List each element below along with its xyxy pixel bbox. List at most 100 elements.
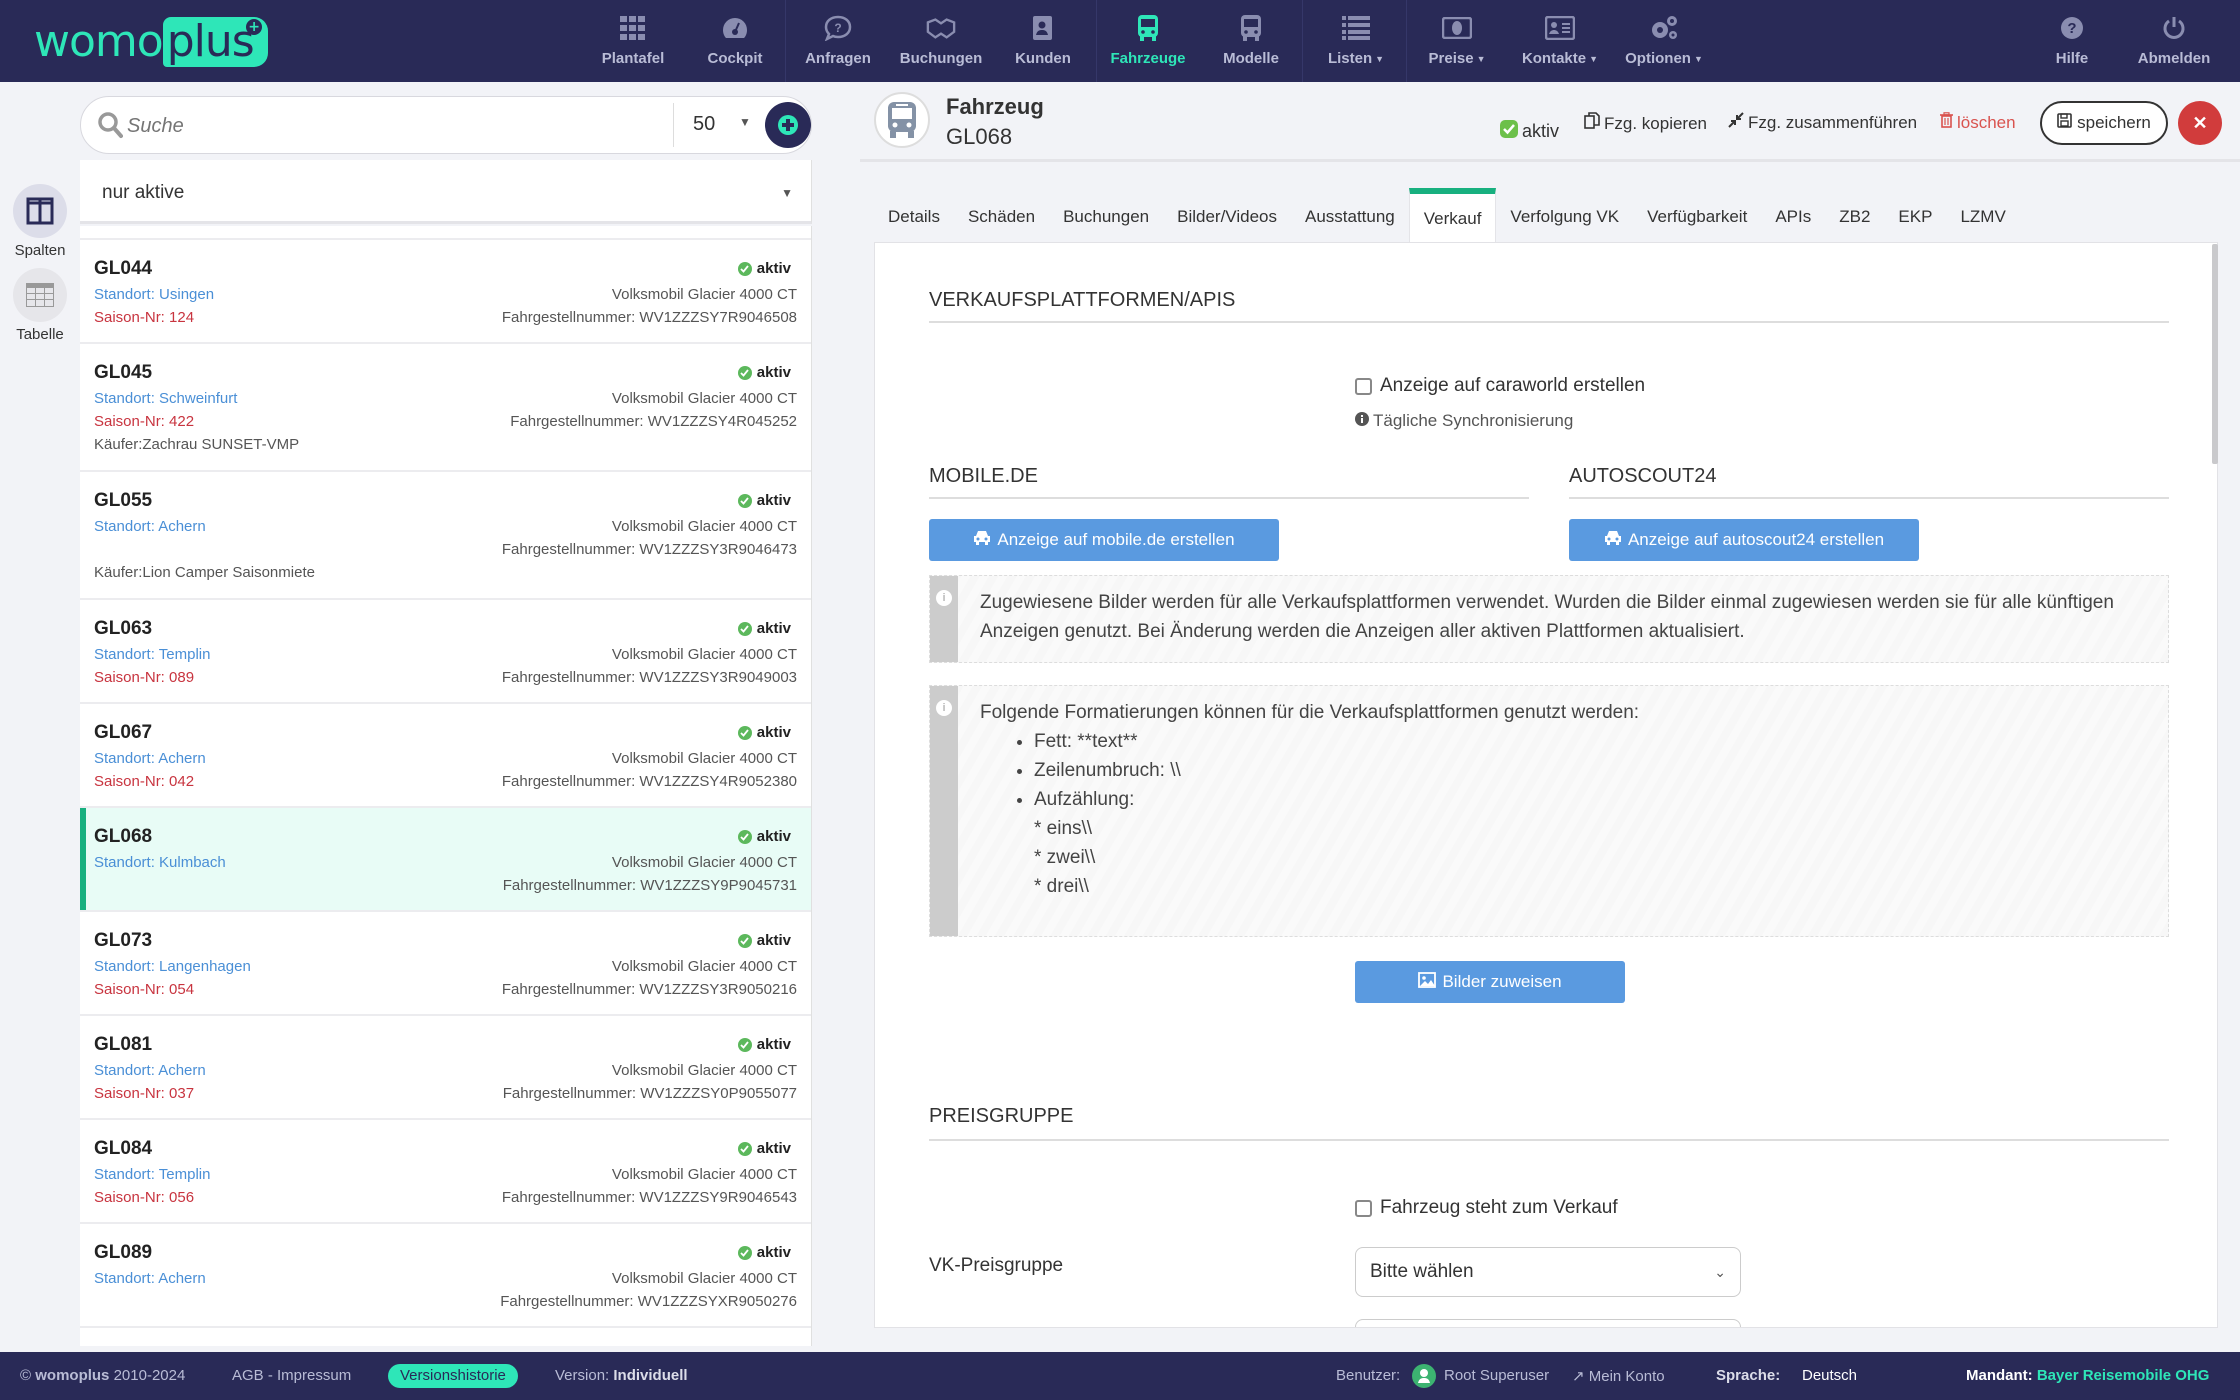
womoplus-logo[interactable]: womo plus + xyxy=(34,16,268,68)
caret-down-icon[interactable]: ▼ xyxy=(739,115,751,129)
nav-listen[interactable]: Listen ▼ xyxy=(1320,0,1392,82)
vehicle-model: Volksmobil Glacier 4000 CT xyxy=(611,286,797,303)
merge-vehicle-button[interactable]: Fzg. zusammenführen xyxy=(1728,112,1917,133)
panel-scrollbar[interactable] xyxy=(2212,244,2218,464)
check-circle-icon xyxy=(737,1245,752,1260)
tab-zb2[interactable]: ZB2 xyxy=(1825,188,1884,244)
nav-hilfe[interactable]: ? Hilfe xyxy=(2042,0,2102,82)
nav-label: Optionen ▼ xyxy=(1625,50,1703,67)
vehicle-code: GL084 xyxy=(94,1138,153,1159)
nav-abmelden[interactable]: Abmelden xyxy=(2132,0,2216,82)
create-autoscout-ad-button[interactable]: Anzeige auf autoscout24 erstellen xyxy=(1569,519,1919,561)
status-badge: aktiv xyxy=(737,932,791,949)
trash-icon xyxy=(1940,112,1953,133)
nav-preise[interactable]: Preise ▼ xyxy=(1424,0,1490,82)
svg-text:?: ? xyxy=(2067,20,2076,37)
create-mobile-ad-button[interactable]: Anzeige auf mobile.de erstellen xyxy=(929,519,1279,561)
tab-schäden[interactable]: Schäden xyxy=(954,188,1049,244)
vehicle-code: GL089 xyxy=(94,1242,153,1263)
copy-vehicle-button[interactable]: Fzg. kopieren xyxy=(1584,112,1707,135)
car-icon xyxy=(973,530,991,551)
nav-cockpit[interactable]: Cockpit xyxy=(700,0,770,82)
images-info-text: Zugewiesene Bilder werden für alle Verka… xyxy=(980,592,2114,642)
vehicle-season-number: Saison-Nr: 037 xyxy=(94,1085,195,1102)
view-table-button[interactable]: Tabelle xyxy=(12,268,68,343)
section-heading-price-group: PREISGRUPPE xyxy=(929,1105,1074,1127)
tab-verfolgung-vk[interactable]: Verfolgung VK xyxy=(1496,188,1633,244)
vehicle-list-item[interactable]: GL081 aktiv Standort: Achern Saison-Nr: … xyxy=(80,1016,811,1120)
vehicle-list-item[interactable]: GL044 aktiv Standort: Usingen Saison-Nr:… xyxy=(80,240,811,344)
tab-details[interactable]: Details xyxy=(874,188,954,244)
agb-impressum-link[interactable]: AGB - Impressum xyxy=(232,1367,351,1384)
tab-ekp[interactable]: EKP xyxy=(1884,188,1946,244)
vehicle-list-item[interactable]: GL084 aktiv Standort: Templin Saison-Nr:… xyxy=(80,1120,811,1224)
version-history-link[interactable]: Versionshistorie xyxy=(388,1364,518,1388)
vehicle-list-item[interactable]: GL055 aktiv Standort: Achern Käufer:Lion… xyxy=(80,472,811,600)
vehicle-vin: Fahrgestellnummer: WV1ZZZSY3R9050216 xyxy=(501,981,797,998)
vehicle-list-item[interactable]: GL045 aktiv Standort: Schweinfurt Saison… xyxy=(80,344,811,472)
check-circle-icon xyxy=(737,365,752,380)
vehicle-list-item[interactable]: GL089 aktiv Standort: Achern Volksmobil … xyxy=(80,1224,811,1328)
nav-label: Kontakte ▼ xyxy=(1521,50,1599,67)
check-circle-icon xyxy=(737,933,752,948)
vehicle-location: Standort: Usingen xyxy=(94,286,215,303)
info-box-bar: i xyxy=(930,576,958,662)
grid-icon xyxy=(618,14,648,42)
save-button[interactable]: speichern xyxy=(2040,101,2168,145)
caraworld-checkbox[interactable] xyxy=(1355,377,1372,395)
tab-bilder-videos[interactable]: Bilder/Videos xyxy=(1163,188,1291,244)
copyright: © womoplus 2010-2024 xyxy=(20,1367,186,1384)
search-input[interactable] xyxy=(127,111,727,141)
page-size-select[interactable]: 50 xyxy=(693,113,715,136)
nav-anfragen[interactable]: ? Anfragen xyxy=(798,0,878,82)
caret-down-icon: ▼ xyxy=(1476,54,1486,65)
nav-modelle[interactable]: Modelle xyxy=(1218,0,1284,82)
vehicle-buyer: Käufer:Zachrau SUNSET-VMP xyxy=(94,436,300,453)
vehicle-vin: Fahrgestellnummer: WV1ZZZSY9R9046543 xyxy=(501,1189,797,1206)
for-sale-checkbox[interactable] xyxy=(1355,1199,1372,1217)
vehicle-list-item[interactable]: GL063 aktiv Standort: Templin Saison-Nr:… xyxy=(80,600,811,704)
vk-price-group-select[interactable]: Bitte wählen ⌄ xyxy=(1355,1247,1741,1297)
nav-label: Plantafel xyxy=(601,50,665,67)
assign-images-button[interactable]: Bilder zuweisen xyxy=(1355,961,1625,1003)
tab-verkauf[interactable]: Verkauf xyxy=(1408,188,1497,244)
vehicle-season-number: Saison-Nr: 054 xyxy=(94,981,195,998)
delete-vehicle-button[interactable]: löschen xyxy=(1940,112,2016,133)
nav-label: Listen ▼ xyxy=(1327,50,1385,67)
dashboard-icon xyxy=(720,14,750,42)
external-link-icon: ↗ xyxy=(1572,1368,1585,1385)
nav-kunden[interactable]: Kunden xyxy=(1012,0,1074,82)
vehicle-vin: Fahrgestellnummer: WV1ZZZSY3R9046473 xyxy=(501,541,797,558)
formatting-enumeration: Aufzählung: xyxy=(1034,785,1639,814)
caraworld-checkbox-row[interactable]: Anzeige auf caraworld erstellen xyxy=(1355,375,1645,397)
nav-plantafel[interactable]: Plantafel xyxy=(598,0,668,82)
nav-optionen[interactable]: Optionen ▼ xyxy=(1622,0,1706,82)
check-circle-icon xyxy=(737,829,752,844)
status-filter-select[interactable]: nur aktive ▼ xyxy=(80,160,812,224)
section-divider xyxy=(929,1139,2169,1141)
close-button[interactable]: ✕ xyxy=(2178,101,2222,145)
vehicle-location: Standort: Achern xyxy=(94,750,206,767)
tab-buchungen[interactable]: Buchungen xyxy=(1049,188,1163,244)
language-select[interactable]: Deutsch xyxy=(1802,1367,1857,1384)
vehicle-list-item[interactable]: GL068 aktiv Standort: Kulmbach Volksmobi… xyxy=(80,808,811,912)
add-vehicle-button[interactable] xyxy=(765,102,811,148)
for-sale-checkbox-row[interactable]: Fahrzeug steht zum Verkauf xyxy=(1355,1197,1618,1219)
nav-kontakte[interactable]: Kontakte ▼ xyxy=(1520,0,1600,82)
caraworld-label: Anzeige auf caraworld erstellen xyxy=(1380,375,1646,396)
nav-fahrzeuge[interactable]: Fahrzeuge xyxy=(1106,0,1190,82)
nav-buchungen[interactable]: Buchungen xyxy=(898,0,984,82)
status-badge: aktiv xyxy=(737,364,791,381)
tab-lzmv[interactable]: LZMV xyxy=(1946,188,2019,244)
tab-apis[interactable]: APIs xyxy=(1761,188,1825,244)
vehicle-list-item[interactable]: GL067 aktiv Standort: Achern Saison-Nr: … xyxy=(80,704,811,808)
tab-ausstattung[interactable]: Ausstattung xyxy=(1291,188,1409,244)
list-spacer xyxy=(80,226,811,240)
vehicle-list-item[interactable]: GL073 aktiv Standort: Langenhagen Saison… xyxy=(80,912,811,1016)
status-badge: aktiv xyxy=(737,492,791,509)
bus-icon xyxy=(888,102,916,138)
view-columns-button[interactable]: Spalten xyxy=(12,184,68,259)
my-account-link[interactable]: ↗ Mein Konto xyxy=(1572,1367,1665,1385)
tab-verfügbarkeit[interactable]: Verfügbarkeit xyxy=(1633,188,1761,244)
secondary-select[interactable] xyxy=(1355,1319,1741,1327)
